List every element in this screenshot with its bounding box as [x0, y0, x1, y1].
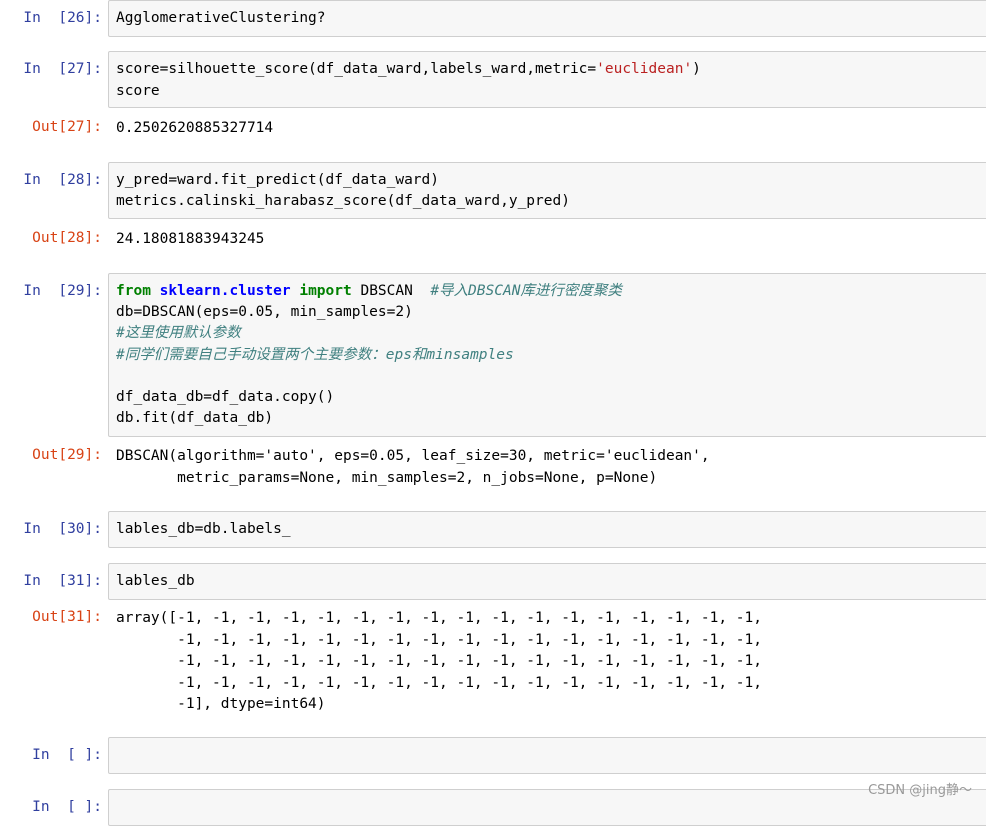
in-prompt-31: In [31]:	[23, 573, 102, 589]
out-prompt-29: Out[29]:	[32, 447, 102, 463]
in-prompt-28: In [28]:	[23, 172, 102, 188]
code-line: score=silhouette_score(df_data_ward,labe…	[116, 61, 701, 77]
output-text: -1, -1, -1, -1, -1, -1, -1, -1, -1, -1, …	[116, 675, 763, 691]
code-line: y_pred=ward.fit_predict(df_data_ward)	[116, 172, 440, 188]
out-prompt-27: Out[27]:	[32, 119, 102, 135]
output-text: -1, -1, -1, -1, -1, -1, -1, -1, -1, -1, …	[116, 653, 763, 669]
code-line: AgglomerativeClustering?	[116, 10, 326, 26]
code-line: df_data_db=df_data.copy()	[116, 389, 335, 405]
output-text: metric_params=None, min_samples=2, n_job…	[116, 470, 658, 486]
code-line: metrics.calinski_harabasz_score(df_data_…	[116, 193, 570, 209]
in-prompt-26: In [26]:	[23, 10, 102, 26]
code-cell-empty[interactable]	[108, 737, 986, 774]
code-comment: #同学们需要自己手动设置两个主要参数：eps和minsamples	[116, 347, 514, 363]
code-line: db.fit(df_data_db)	[116, 410, 274, 426]
code-cell-31[interactable]	[108, 563, 986, 600]
out-prompt-28: Out[28]:	[32, 230, 102, 246]
output-text: 0.2502620885327714	[116, 120, 274, 136]
in-prompt-30: In [30]:	[23, 521, 102, 537]
code-line: from sklearn.cluster import DBSCAN #导入DB…	[116, 283, 622, 299]
output-text: 24.18081883943245	[116, 231, 265, 247]
output-text: DBSCAN(algorithm='auto', eps=0.05, leaf_…	[116, 448, 710, 464]
out-prompt-31: Out[31]:	[32, 609, 102, 625]
output-text: -1, -1, -1, -1, -1, -1, -1, -1, -1, -1, …	[116, 632, 763, 648]
code-line: score	[116, 83, 160, 99]
code-comment: #这里使用默认参数	[116, 325, 241, 341]
output-text: array([-1, -1, -1, -1, -1, -1, -1, -1, -…	[116, 610, 763, 626]
in-prompt-29: In [29]:	[23, 283, 102, 299]
output-text: -1], dtype=int64)	[116, 696, 326, 712]
in-prompt-empty-2: In [ ]:	[32, 799, 102, 815]
code-cell-empty-2[interactable]	[108, 789, 986, 826]
in-prompt-empty: In [ ]:	[32, 747, 102, 763]
watermark: CSDN @jing静～	[868, 783, 972, 798]
code-line: lables_db	[116, 573, 195, 589]
code-line: db=DBSCAN(eps=0.05, min_samples=2)	[116, 304, 413, 320]
code-line: lables_db=db.labels_	[116, 521, 291, 537]
in-prompt-27: In [27]:	[23, 61, 102, 77]
